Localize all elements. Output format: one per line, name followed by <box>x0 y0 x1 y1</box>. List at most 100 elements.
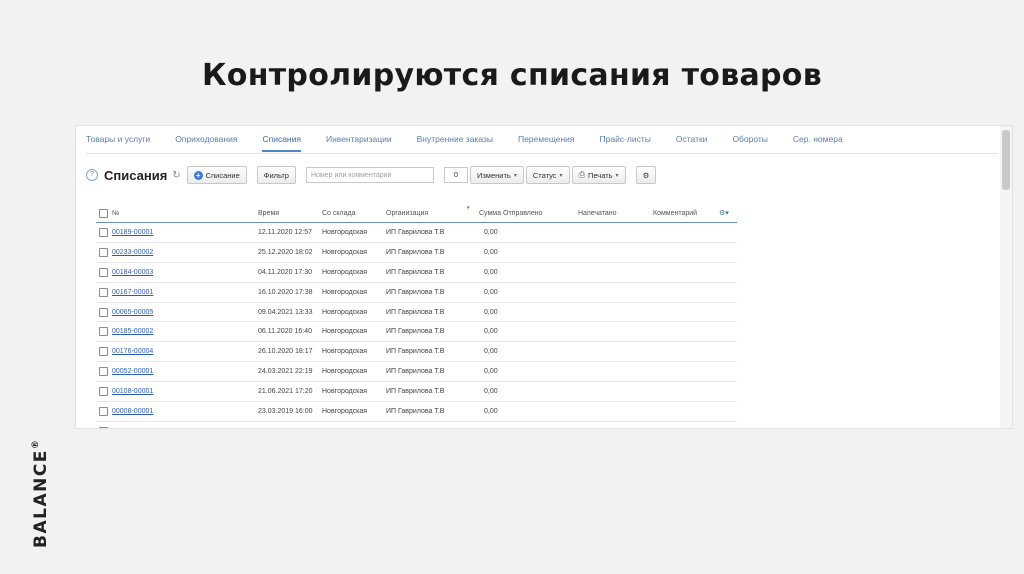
sum-cell: 0,00 <box>484 368 498 376</box>
tab-item[interactable]: Товары и услуги <box>86 134 150 152</box>
document-number-link[interactable]: 00108-00001 <box>112 388 153 395</box>
sum-cell: 0,00 <box>484 348 498 356</box>
select-all-checkbox[interactable] <box>99 209 108 218</box>
warehouse-cell: Новгородская <box>322 408 368 416</box>
organization-cell: ИП Гаврилова Т.В <box>386 248 445 256</box>
row-checkbox[interactable] <box>99 426 108 428</box>
table-body: 00189-00001 12.11.2020 12:57 Новгородская И… <box>96 223 737 429</box>
warehouse-cell: Новгородская <box>322 248 368 256</box>
chevron-down-icon: ▾ <box>513 172 517 179</box>
table-row[interactable]: 00176-00004 26.10.2020 18:17 Новгородская И… <box>96 342 737 363</box>
organization-cell: ИП Гаврилова Т.В <box>386 388 445 396</box>
row-checkbox[interactable] <box>99 387 108 397</box>
document-number-link[interactable]: 00184-00003 <box>112 269 153 276</box>
search-input[interactable] <box>305 167 434 183</box>
brand-name: BALANCE <box>31 449 51 548</box>
column-organization[interactable]: Организация <box>386 210 428 217</box>
settings-button[interactable]: ⚙ <box>635 166 657 184</box>
organization-cell: ИП Гаврилова Т.В <box>386 328 445 336</box>
column-sum[interactable]: Сумма <box>479 210 501 217</box>
tab-divider <box>86 153 998 154</box>
column-number[interactable]: № <box>112 210 120 217</box>
filter-button[interactable]: Фильтр <box>256 166 296 184</box>
sum-cell: 0,00 <box>484 328 498 336</box>
document-number-link[interactable]: 00189-00001 <box>112 229 153 236</box>
table-row[interactable]: 00090-00002 19.05.2021 20:06 Новгородская И… <box>96 422 737 429</box>
row-checkbox[interactable] <box>99 247 108 257</box>
warehouse-cell: Новгородская <box>322 288 368 296</box>
tab-item[interactable]: Перемещения <box>518 134 575 152</box>
tab-item[interactable]: Сер. номера <box>793 134 843 152</box>
document-number-link[interactable]: 00065-00005 <box>112 309 153 316</box>
add-write-off-button[interactable]: + Списание <box>186 166 247 184</box>
time-cell: 24.03.2021 22:19 <box>258 368 313 376</box>
print-label: Печать <box>587 170 613 180</box>
table-row[interactable]: 00052-00001 24.03.2021 22:19 Новгородская И… <box>96 362 737 383</box>
warehouse-cell: Новгородская <box>322 308 368 316</box>
column-printed[interactable]: Напечатано <box>578 210 617 217</box>
row-checkbox[interactable] <box>99 287 108 297</box>
chevron-down-icon: ▾ <box>559 172 563 179</box>
table-row[interactable]: 00065-00005 09.04.2021 13:33 Новгородская И… <box>96 303 737 323</box>
tab-item[interactable]: Внутренние заказы <box>417 134 493 152</box>
warehouse-cell: Новгородская <box>322 229 368 236</box>
organization-cell: ИП Гаврилова Т.В <box>386 368 445 376</box>
scrollbar-thumb[interactable] <box>1002 130 1010 190</box>
row-checkbox[interactable] <box>99 327 108 337</box>
document-number-link[interactable]: 00008-00001 <box>112 408 153 415</box>
document-number-link[interactable]: 00090-00002 <box>112 428 153 429</box>
tab-item[interactable]: Остатки <box>676 134 708 152</box>
change-label: Изменить <box>476 170 511 180</box>
document-number-link[interactable]: 00233-00002 <box>112 249 153 256</box>
table-row[interactable]: 00185-00002 06.11.2020 16:40 Новгородская И… <box>96 322 737 343</box>
organization-cell: ИП Гаврилова Т.В <box>386 288 445 296</box>
organization-cell: ИП Гаврилова Т.В <box>386 229 445 236</box>
column-warehouse[interactable]: Со склада <box>322 210 356 217</box>
time-cell: 21.06.2021 17:20 <box>258 388 313 396</box>
tab-bar: Товары и услуги Оприходования Списания Инве… <box>86 134 868 152</box>
row-checkbox[interactable] <box>99 228 108 237</box>
change-dropdown[interactable]: Изменить ▾ <box>469 166 524 184</box>
brand-logo: BALANCE® <box>31 440 51 548</box>
table-row[interactable]: 00184-00003 04.11.2020 17:30 Новгородская И… <box>96 263 737 283</box>
document-number-link[interactable]: 00052-00001 <box>112 368 153 375</box>
print-dropdown[interactable]: ⎙ Печать ▾ <box>571 166 626 184</box>
organization-cell: ИП Гаврилова Т.В <box>386 268 445 276</box>
status-dropdown[interactable]: Статус ▾ <box>525 166 570 184</box>
organization-cell: ИП Гаврилова Т.В <box>386 428 444 429</box>
time-cell: 12.11.2020 12:57 <box>258 229 312 236</box>
tab-item[interactable]: Прайс-листы <box>600 134 651 152</box>
column-time[interactable]: Время <box>258 210 279 217</box>
time-cell: 25.12.2020 18:02 <box>258 248 313 256</box>
row-checkbox[interactable] <box>99 367 108 377</box>
tab-item[interactable]: Обороты <box>732 134 767 152</box>
help-icon[interactable]: ? <box>86 169 98 181</box>
column-sent[interactable]: Отправлено <box>503 210 543 217</box>
document-number-link[interactable]: 00167-00001 <box>112 289 153 296</box>
selected-count: 0 <box>443 167 468 183</box>
tab-item[interactable]: Инвентаризации <box>326 134 392 152</box>
document-number-link[interactable]: 00176-00004 <box>112 348 153 355</box>
refresh-icon[interactable]: ↻ <box>172 170 180 181</box>
row-checkbox[interactable] <box>99 267 108 277</box>
table-row[interactable]: 00008-00001 23.03.2019 16:00 Новгородская И… <box>96 402 737 422</box>
tab-item[interactable]: Списания <box>262 134 301 152</box>
chevron-down-icon: ▾ <box>615 172 619 179</box>
slide-title: Контролируются списания товаров <box>201 58 822 93</box>
scrollbar[interactable] <box>1000 126 1012 428</box>
time-cell: 26.10.2020 18:17 <box>258 348 313 356</box>
column-comment[interactable]: Комментарий <box>653 210 697 217</box>
sort-indicator-icon: ▾ <box>467 205 470 211</box>
table-row[interactable]: 00167-00001 16.10.2020 17:38 Новгородская И… <box>96 283 737 303</box>
table-row[interactable]: 00189-00001 12.11.2020 12:57 Новгородская И… <box>96 223 737 243</box>
table-row[interactable]: 00108-00001 21.06.2021 17:20 Новгородская И… <box>96 382 737 403</box>
table-row[interactable]: 00233-00002 25.12.2020 18:02 Новгородская И… <box>96 243 737 263</box>
row-checkbox[interactable] <box>99 307 108 317</box>
time-cell: 04.11.2020 17:30 <box>258 268 312 276</box>
document-number-link[interactable]: 00185-00002 <box>112 328 153 335</box>
time-cell: 16.10.2020 17:38 <box>258 288 313 296</box>
tab-item[interactable]: Оприходования <box>175 134 237 152</box>
column-settings-icon[interactable]: ⚙▾ <box>719 209 729 217</box>
row-checkbox[interactable] <box>99 347 108 357</box>
row-checkbox[interactable] <box>99 407 108 417</box>
